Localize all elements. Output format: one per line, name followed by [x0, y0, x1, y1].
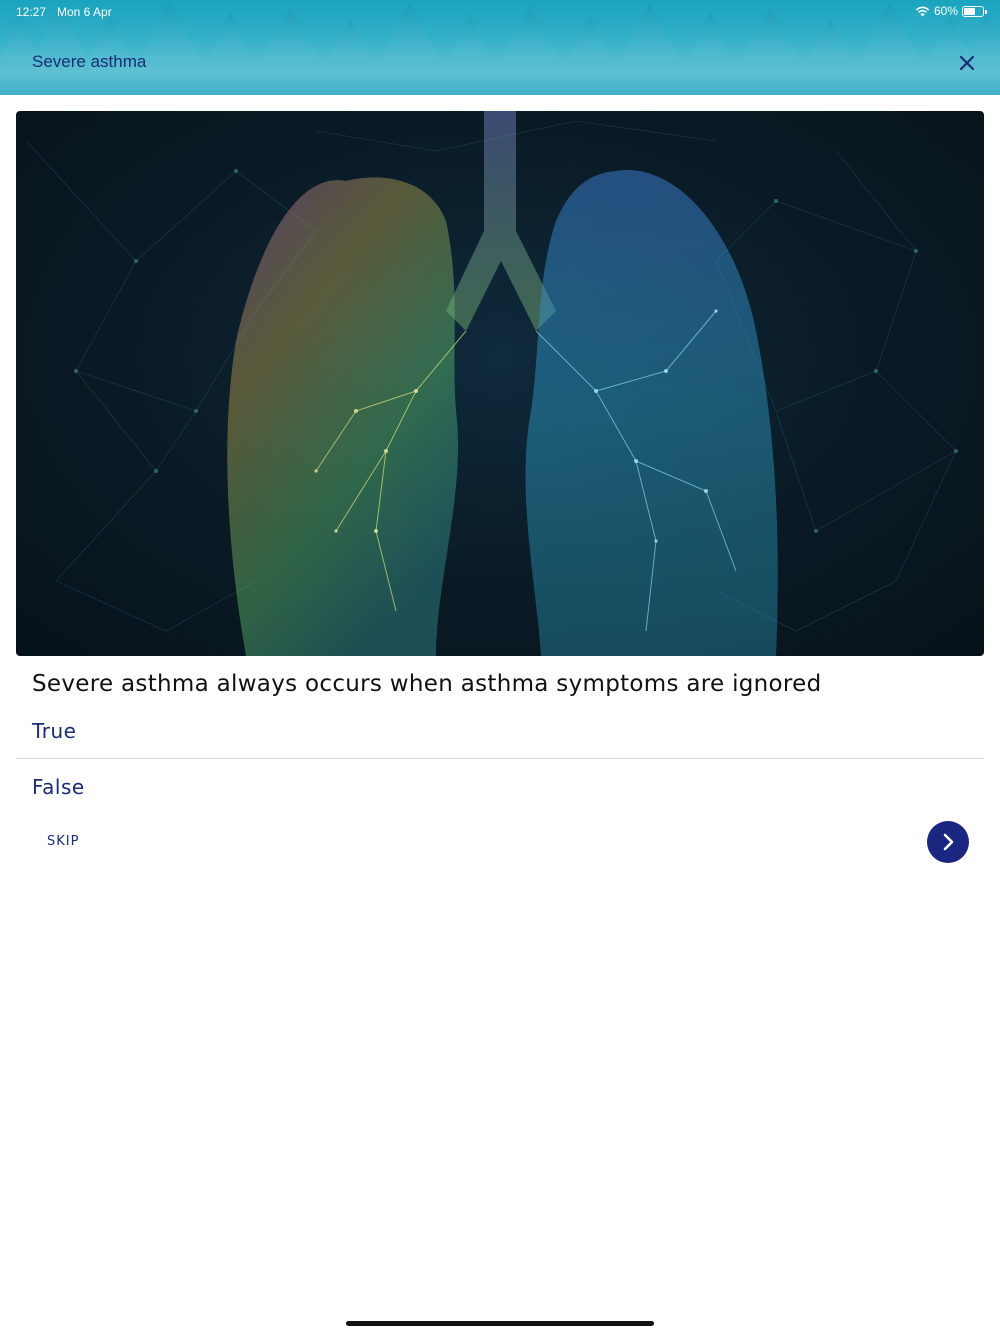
lungs-illustration — [25, 111, 958, 656]
battery-level — [964, 7, 975, 15]
question-text: Severe asthma always occurs when asthma … — [32, 671, 822, 697]
close-button[interactable] — [954, 50, 980, 76]
answer-option-label: True — [32, 719, 77, 743]
next-button[interactable] — [927, 821, 969, 863]
battery-percent: 60% — [933, 4, 958, 18]
close-icon — [959, 55, 975, 71]
header-bar: 12:27 Mon 6 Apr 60% Severe asthma — [0, 0, 1000, 95]
wifi-icon — [915, 6, 930, 16]
answer-option-false[interactable]: False — [16, 759, 984, 814]
answer-option-true[interactable]: True — [16, 703, 984, 758]
chevron-right-icon — [943, 833, 954, 851]
home-indicator[interactable] — [346, 1321, 654, 1326]
status-indicators: 60% — [915, 4, 987, 18]
battery-icon — [962, 5, 987, 17]
answer-option-label: False — [32, 775, 85, 799]
status-bar: 12:27 Mon 6 Apr 60% — [0, 0, 1000, 24]
page-title: Severe asthma — [32, 52, 147, 71]
status-date: Mon 6 Apr — [57, 5, 112, 19]
skip-button[interactable]: SKIP — [47, 834, 79, 849]
hero-image — [16, 111, 984, 656]
status-time: 12:27 — [16, 5, 47, 19]
battery-tip — [985, 9, 987, 14]
